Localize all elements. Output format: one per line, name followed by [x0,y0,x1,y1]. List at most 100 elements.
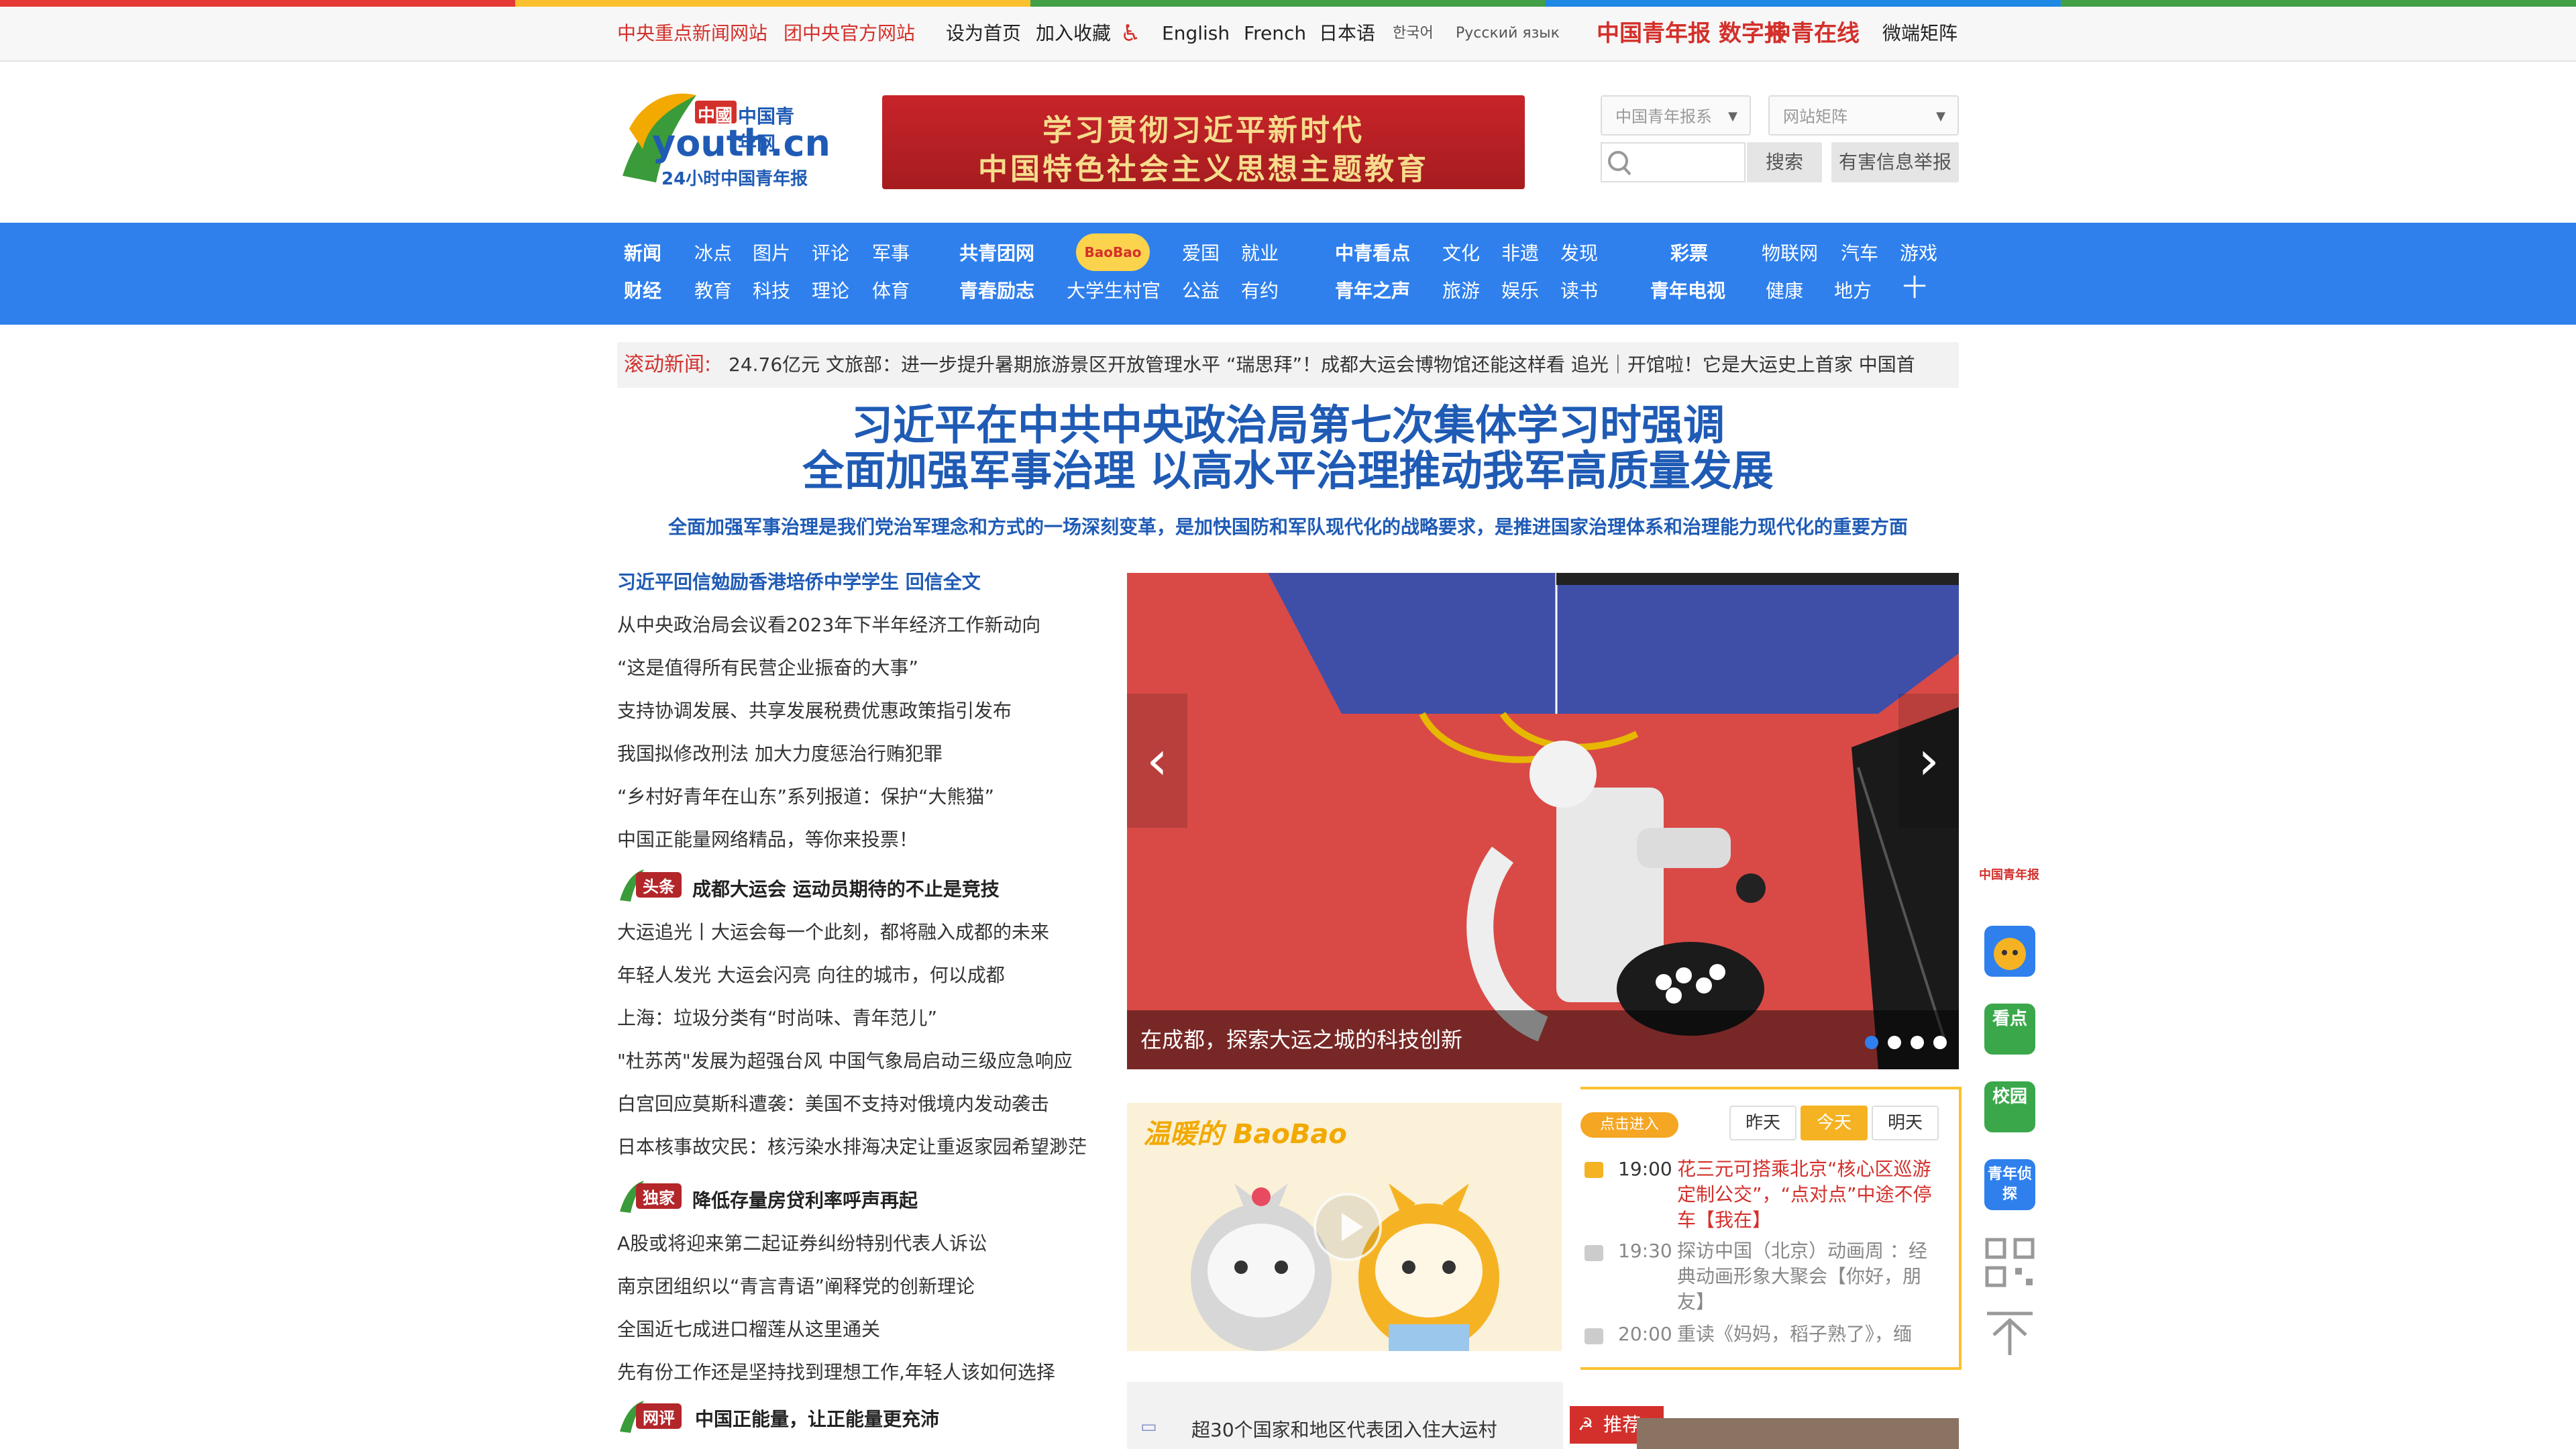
nav-youth-tv[interactable]: 青年电视 [1650,272,1725,310]
nav-games[interactable]: 游戏 [1900,235,1937,272]
cyd-icon[interactable]: 中国青年报 [1979,852,2039,899]
nav-travel[interactable]: 旅游 [1442,272,1480,310]
link-japanese[interactable]: 日本语 [1319,7,1375,60]
schedule-enter-button[interactable]: 点击进入 [1580,1112,1678,1138]
nav-culture[interactable]: 文化 [1442,235,1480,272]
baobao-nav-badge[interactable]: BaoBao [1076,233,1150,271]
carousel-caption[interactable]: 在成都，探索大运之城的科技创新 [1127,1010,1959,1069]
search-input[interactable] [1601,142,1746,182]
report-harmful-button[interactable]: 有害信息举报 [1831,142,1959,182]
nav-sports[interactable]: 体育 [872,272,910,310]
top-headline[interactable]: 习近平在中共中央政治局第七次集体学习时强调 全面加强军事治理 以高水平治理推动我… [617,402,1959,494]
nav-finance[interactable]: 财经 [624,272,661,310]
list-item[interactable]: 超30个国家和地区代表团入住大运村 [1191,1415,1497,1442]
nav-health[interactable]: 健康 [1766,272,1803,310]
link-french[interactable]: French [1244,7,1306,60]
campus-icon[interactable]: 校园 [1984,1081,2035,1132]
carousel-dot[interactable] [1888,1036,1901,1049]
qrcode-icon[interactable] [1984,1237,2035,1288]
list-item[interactable]: 大运追光丨大运会每一个此刻，都将融入成都的未来 [617,918,1049,945]
nav-pictures[interactable]: 图片 [753,235,790,272]
carousel-dot[interactable] [1911,1036,1924,1049]
nav-appointment[interactable]: 有约 [1241,272,1279,310]
link-korean[interactable]: 한국어 [1393,7,1434,60]
nav-charity[interactable]: 公益 [1182,272,1220,310]
list-item[interactable]: “乡村好青年在山东”系列报道：保护“大熊猫” [617,782,994,809]
nav-lottery[interactable]: 彩票 [1670,235,1708,272]
list-item[interactable]: 日本核事故灾民：核污染水排海决定让重返家园希望渺茫 [617,1132,1087,1159]
list-item[interactable]: 我国拟修改刑法 加大力度惩治行贿犯罪 [617,739,943,766]
schedule-yesterday-button[interactable]: 昨天 [1729,1106,1796,1140]
link-central-news[interactable]: 中央重点新闻网站 [617,7,767,60]
link-english[interactable]: English [1162,7,1230,60]
nav-inspiration[interactable]: 青春励志 [959,272,1034,310]
link-add-favorite[interactable]: 加入收藏 [1036,7,1111,60]
link-youth-league[interactable]: 团中央官方网站 [784,7,915,60]
carousel-dot[interactable] [1933,1036,1947,1049]
list-item[interactable]: 上海：垃圾分类有“时尚味、青年范儿” [617,1004,937,1030]
list-item[interactable]: 习近平回信勉励香港培侨中学学生 回信全文 [617,568,981,594]
list-item[interactable]: 从中央政治局会议看2023年下半年经济工作新动向 [617,610,1040,637]
carousel-dot[interactable] [1865,1036,1878,1049]
schedule-title[interactable]: 花三元可搭乘北京“核心区巡游定制公交”，“点对点”中途不停车【我在】 [1677,1157,1932,1233]
nav-news[interactable]: 新闻 [624,235,661,272]
nav-education[interactable]: 教育 [694,272,732,310]
list-item[interactable]: 年轻人发光 大运会闪亮 向往的城市，何以成都 [617,961,1005,987]
list-item[interactable]: A股或将迎来第二起证券纠纷特别代表人诉讼 [617,1229,987,1256]
nav-village-official[interactable]: 大学生村官 [1067,272,1161,310]
nav-discovery[interactable]: 发现 [1560,235,1598,272]
nav-auto[interactable]: 汽车 [1841,235,1878,272]
nav-local[interactable]: 地方 [1834,272,1872,310]
baobao-icon[interactable] [1984,926,2035,977]
press-group-select[interactable]: 中国青年报系 ▼ [1601,95,1751,136]
site-logo[interactable]: 中國 中国青年网 youth.cn 24小时中国青年报 [616,82,830,189]
list-item[interactable]: "杜苏芮"发展为超强台风 中国气象局启动三级应急响应 [617,1046,1073,1073]
photo-carousel[interactable]: ‹ › 在成都，探索大运之城的科技创新 [1127,573,1959,1069]
search-button[interactable]: 搜索 [1747,142,1822,182]
list-item[interactable]: 支持协调发展、共享发展税费优惠政策指引发布 [617,696,1012,723]
ticker-text[interactable]: 24.76亿元 文旅部：进一步提升暑期旅游景区开放管理水平 “瑞思拜”！成都大运… [729,342,1915,388]
link-micro-matrix[interactable]: 微端矩阵 [1882,7,1957,60]
carousel-next-button[interactable]: › [1898,694,1959,828]
link-set-homepage[interactable]: 设为首页 [946,7,1021,60]
nav-youth-voice[interactable]: 青年之声 [1335,272,1410,310]
nav-entertainment[interactable]: 娱乐 [1501,272,1539,310]
nav-technology[interactable]: 科技 [753,272,790,310]
kandian-icon[interactable]: 看点 [1984,1004,2035,1055]
schedule-title[interactable]: 探访中国（北京）动画周 ：经典动画形象大聚会【你好，朋友】 [1677,1238,1932,1315]
schedule-title[interactable]: 重读《妈妈，稻子熟了》，缅 [1677,1322,1932,1347]
schedule-today-button[interactable]: 今天 [1801,1106,1868,1140]
list-item[interactable]: 南京团组织以“青言青语”阐释党的创新理论 [617,1272,975,1299]
play-icon[interactable] [1313,1193,1382,1261]
headline-line-2[interactable]: 全面加强军事治理 以高水平治理推动我军高质量发展 [617,448,1959,494]
list-item[interactable]: 成都大运会 运动员期待的不止是竞技 [692,875,1000,902]
nav-youth-league[interactable]: 共青团网 [959,235,1034,272]
list-item[interactable]: “这是值得所有民营企业振奋的大事” [617,653,918,680]
nav-theory[interactable]: 理论 [812,272,849,310]
list-item[interactable]: 中国正能量网络精品，等你来投票！ [617,825,918,852]
cyol-logo[interactable]: 中青在线 [1768,7,1860,60]
nav-military[interactable]: 军事 [872,235,910,272]
theme-education-banner[interactable]: 学习贯彻习近平新时代 中国特色社会主义思想主题教育 [882,95,1525,189]
recommend-image[interactable] [1637,1418,1959,1449]
site-matrix-select[interactable]: 网站矩阵 ▼ [1768,95,1959,136]
list-item[interactable]: 降低存量房贷利率呼声再起 [692,1186,918,1213]
accessibility-icon[interactable]: ♿ [1120,7,1140,60]
carousel-prev-button[interactable]: ‹ [1127,694,1187,828]
cyd-digital-logo[interactable]: 中国青年报 数字报 [1597,7,1787,60]
nav-heritage[interactable]: 非遗 [1501,235,1539,272]
nav-bingdian[interactable]: 冰点 [694,235,732,272]
youth-detective-icon[interactable]: 青年侦探 [1984,1159,2035,1210]
nav-reading[interactable]: 读书 [1560,272,1598,310]
list-item[interactable]: 全国近七成进口榴莲从这里通关 [617,1315,880,1342]
list-item[interactable]: 先有份工作还是坚持找到理想工作,年轻人该如何选择 [617,1358,1055,1385]
headline-line-1[interactable]: 习近平在中共中央政治局第七次集体学习时强调 [617,402,1959,448]
baobao-video[interactable]: 温暖的 BaoBao [1127,1103,1562,1351]
link-russian[interactable]: Русский язык [1456,7,1560,60]
nav-more-icon[interactable]: 十 [1902,270,1927,307]
headline-summary[interactable]: 全面加强军事治理是我们党治军理念和方式的一场深刻变革，是加快国防和军队现代化的战… [617,513,1959,539]
nav-iot[interactable]: 物联网 [1762,235,1818,272]
nav-zqkd[interactable]: 中青看点 [1335,235,1410,272]
nav-employment[interactable]: 就业 [1241,235,1279,272]
list-item[interactable]: 白宫回应莫斯科遭袭：美国不支持对俄境内发动袭击 [617,1089,1049,1116]
